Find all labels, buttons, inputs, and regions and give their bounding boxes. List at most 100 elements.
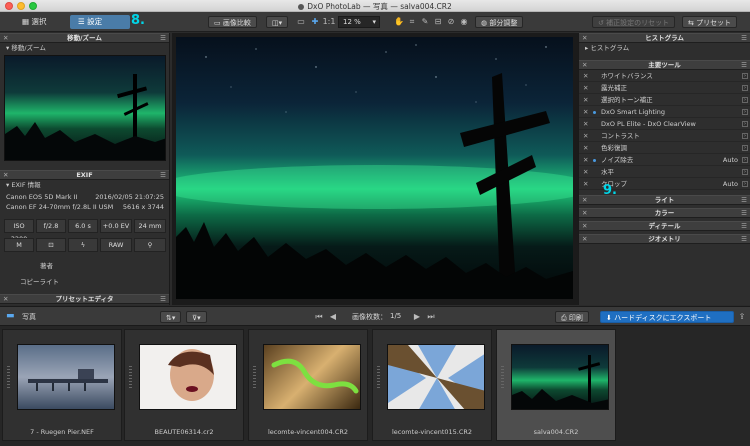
- film-item[interactable]: 7 - Ruegen Pier.NEF: [2, 329, 122, 441]
- tool-label: DxO Smart Lighting: [601, 108, 666, 116]
- film-item-selected[interactable]: salva004.CR2: [496, 329, 616, 441]
- close-icon[interactable]: ✕: [582, 34, 587, 43]
- tool-options-icon[interactable]: ›: [742, 109, 748, 115]
- film-item[interactable]: lecomte-vincent015.CR2: [372, 329, 492, 441]
- close-icon[interactable]: ✕: [583, 95, 588, 106]
- close-icon[interactable]: ✕: [582, 235, 587, 244]
- filter-button[interactable]: ⊽▾: [186, 311, 207, 323]
- close-icon[interactable]: ✕: [582, 61, 587, 70]
- panel-menu-icon[interactable]: ☰: [160, 295, 166, 304]
- tool-options-icon[interactable]: ›: [742, 73, 748, 79]
- close-icon[interactable]: ✕: [583, 119, 588, 130]
- image-viewer[interactable]: [172, 33, 578, 305]
- film-item[interactable]: BEAUTE06314.cr2: [124, 329, 244, 441]
- close-icon[interactable]: ✕: [582, 222, 587, 231]
- preset-button[interactable]: ⇆ プリセット: [682, 16, 738, 28]
- tool-row[interactable]: ✕ ノイズ除去 Auto ›: [579, 155, 750, 166]
- first-image-icon[interactable]: ⏮: [314, 312, 324, 322]
- close-icon[interactable]: ✕: [583, 143, 588, 154]
- panel-menu-icon[interactable]: ☰: [741, 222, 747, 231]
- eyedropper-icon[interactable]: ✎: [420, 17, 430, 27]
- preview-eye-icon[interactable]: ◉: [459, 17, 469, 27]
- histogram-panel-header[interactable]: ✕ ヒストグラム ☰: [579, 33, 750, 43]
- close-icon[interactable]: ✕: [582, 209, 587, 218]
- share-icon[interactable]: ⇪: [737, 312, 747, 322]
- nav-subheader[interactable]: ▾ 移動/ズーム: [0, 44, 169, 53]
- panel-menu-icon[interactable]: ☰: [741, 34, 747, 43]
- layout-dropdown[interactable]: ◫▾: [266, 16, 288, 28]
- compare-button[interactable]: ▭ 画像比較: [208, 16, 257, 28]
- zoom-1-1-button[interactable]: 1:1: [322, 17, 336, 27]
- tool-options-icon[interactable]: ›: [742, 157, 748, 163]
- exif-panel-header[interactable]: ✕ EXIF ☰: [0, 170, 169, 180]
- tool-options-icon[interactable]: ›: [742, 145, 748, 151]
- navigator-thumbnail[interactable]: [4, 55, 166, 161]
- hand-tool-icon[interactable]: ✋: [394, 17, 404, 27]
- panel-menu-icon[interactable]: ☰: [741, 61, 747, 70]
- tool-options-icon[interactable]: ›: [742, 133, 748, 139]
- next-image-icon[interactable]: ▶: [412, 312, 422, 322]
- tool-options-icon[interactable]: ›: [742, 169, 748, 175]
- panel-menu-icon[interactable]: ☰: [741, 235, 747, 244]
- horizon-icon[interactable]: ⊟: [433, 17, 443, 27]
- window-title: DxO PhotoLab — 写真 — salva004.CR2: [0, 1, 750, 12]
- fit-icon[interactable]: ▭: [296, 17, 306, 27]
- export-to-disk-button[interactable]: ⬇ ハードディスクにエクスポート: [600, 311, 734, 323]
- exif-subheader[interactable]: ▾ EXIF 情報: [0, 181, 169, 190]
- tool-options-icon[interactable]: ›: [742, 121, 748, 127]
- tool-options-icon[interactable]: ›: [742, 97, 748, 103]
- section-header[interactable]: ✕ ディテール ☰: [579, 221, 750, 231]
- section-header[interactable]: ✕ カラー ☰: [579, 208, 750, 218]
- section-header[interactable]: ✕ ジオメトリ ☰: [579, 234, 750, 244]
- folder-icon[interactable]: ▬: [6, 311, 15, 321]
- tool-label: コントラスト: [601, 132, 640, 140]
- nav-panel-header[interactable]: ✕ 移動/ズーム ☰: [0, 33, 169, 43]
- layout-icon: ◫▾: [272, 19, 283, 27]
- prev-image-icon[interactable]: ◀: [328, 312, 338, 322]
- tool-row[interactable]: ✕ 選択的トーン補正 ›: [579, 95, 750, 106]
- close-icon[interactable]: ✕: [3, 34, 8, 43]
- close-icon[interactable]: ✕: [583, 71, 588, 82]
- tool-options-icon[interactable]: ›: [742, 181, 748, 187]
- zoom-icon[interactable]: ✚: [310, 17, 320, 27]
- tool-row[interactable]: ✕ ホワイトバランス ›: [579, 71, 750, 82]
- tool-row[interactable]: ✕ DxO Smart Lighting ›: [579, 107, 750, 118]
- section-header[interactable]: ✕ ライト ☰: [579, 195, 750, 205]
- crop-icon[interactable]: ⌗: [407, 17, 417, 27]
- repair-icon[interactable]: ⊘: [446, 17, 456, 27]
- preset-icon: ⇆: [688, 19, 697, 27]
- close-icon[interactable]: ✕: [3, 171, 8, 180]
- reset-correction-button[interactable]: ↺ 補正設定のリセット: [592, 16, 676, 28]
- tool-row[interactable]: ✕ DxO PL Elite - DxO ClearView ›: [579, 119, 750, 130]
- tab-customize[interactable]: ☰ 設定: [70, 15, 130, 29]
- film-item[interactable]: lecomte-vincent004.CR2: [248, 329, 368, 441]
- zoom-percentage-field[interactable]: 12 % ▾: [338, 16, 380, 28]
- panel-menu-icon[interactable]: ☰: [160, 34, 166, 43]
- close-icon[interactable]: ✕: [583, 155, 588, 166]
- main-image[interactable]: [176, 37, 573, 299]
- main-tools-header[interactable]: ✕ 主要ツール ☰: [579, 60, 750, 70]
- tool-row[interactable]: ✕ 露光補正 ›: [579, 83, 750, 94]
- tool-row[interactable]: ✕ コントラスト ›: [579, 131, 750, 142]
- tool-options-icon[interactable]: ›: [742, 85, 748, 91]
- last-image-icon[interactable]: ⏭: [426, 312, 436, 322]
- close-icon[interactable]: ✕: [583, 167, 588, 178]
- close-icon[interactable]: ✕: [583, 131, 588, 142]
- close-icon[interactable]: ✕: [583, 107, 588, 118]
- panel-menu-icon[interactable]: ☰: [741, 209, 747, 218]
- tool-row[interactable]: ✕ 色彩復調 ›: [579, 143, 750, 154]
- preset-editor-header[interactable]: ✕ プリセットエディタ ☰: [0, 294, 169, 304]
- close-icon[interactable]: ✕: [582, 196, 587, 205]
- tab-select[interactable]: ▦ 選択: [14, 15, 54, 29]
- tool-row[interactable]: ✕ 水平 ›: [579, 167, 750, 178]
- local-adjust-button[interactable]: ◍ 部分調整: [475, 16, 524, 28]
- sort-button[interactable]: ⇅▾: [160, 311, 182, 323]
- panel-menu-icon[interactable]: ☰: [741, 196, 747, 205]
- portrait-thumbnail-image: [168, 349, 214, 401]
- close-icon[interactable]: ✕: [583, 179, 588, 190]
- histogram-subheader[interactable]: ▸ ヒストグラム: [579, 44, 750, 53]
- close-icon[interactable]: ✕: [583, 83, 588, 94]
- print-button[interactable]: ⎙ 印刷: [555, 311, 589, 323]
- close-icon[interactable]: ✕: [3, 295, 8, 304]
- panel-menu-icon[interactable]: ☰: [160, 171, 166, 180]
